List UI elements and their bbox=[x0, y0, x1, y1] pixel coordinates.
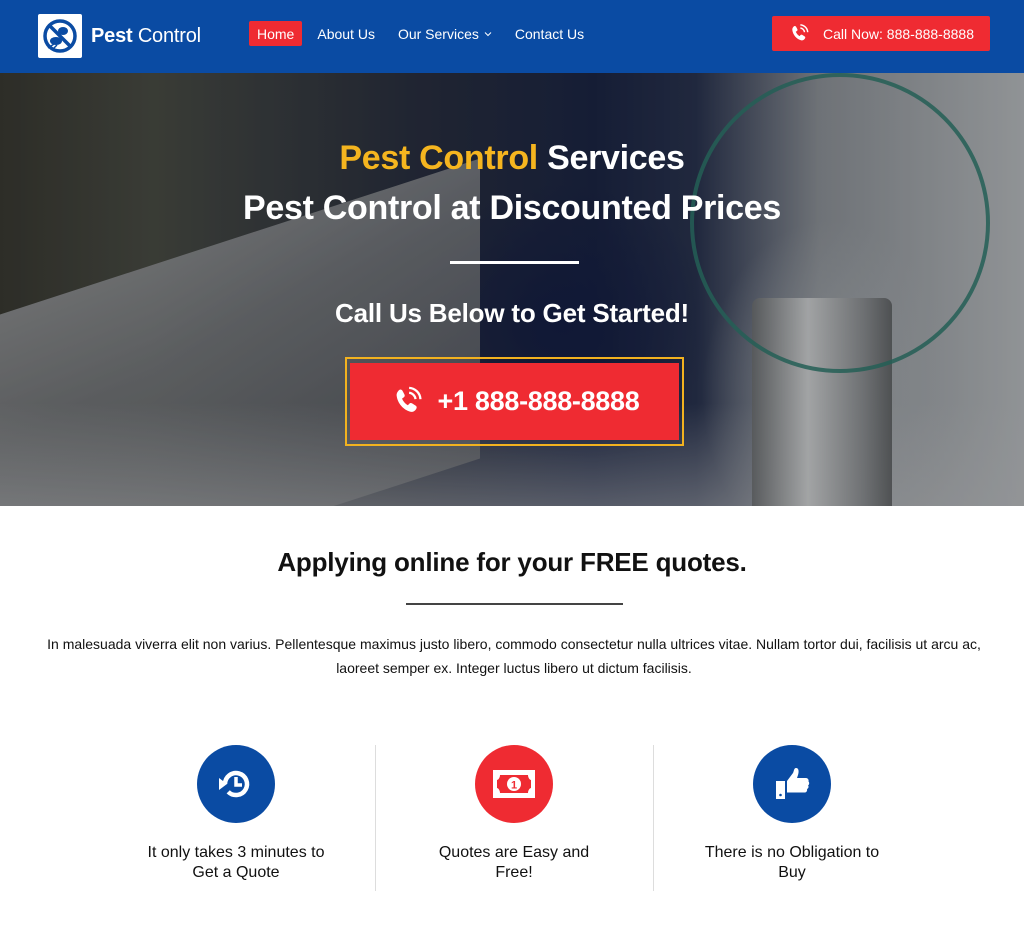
intro-paragraph: In malesuada viverra elit non varius. Pe… bbox=[47, 636, 981, 676]
nav-home[interactable]: Home bbox=[249, 21, 303, 46]
site-header: Pest Control Home About Us Our Services … bbox=[0, 0, 1024, 73]
feature-easy-free: 1 Quotes are Easy and Free! bbox=[379, 745, 649, 883]
intro-divider bbox=[406, 603, 623, 605]
hero-subheadline-bold: Pest Control bbox=[242, 189, 442, 227]
hero-headline-highlight: Pest Control bbox=[339, 139, 538, 177]
call-now-label: Call Now: 888-888-8888 bbox=[823, 25, 974, 42]
hero-section: Pest Control Services Pest Control at Di… bbox=[0, 73, 1024, 506]
hero-divider bbox=[450, 261, 579, 264]
feature-label: Quotes are Easy and Free! bbox=[438, 844, 590, 881]
feature-quick-quote: It only takes 3 minutes to Get a Quote bbox=[101, 745, 371, 883]
chevron-down-icon bbox=[484, 31, 492, 36]
main-nav: Home About Us Our Services Contact Us bbox=[249, 21, 599, 46]
phone-ringing-icon bbox=[396, 386, 422, 412]
logo-text: Pest Control bbox=[91, 25, 201, 48]
hero-subheadline-rest: at Discounted Prices bbox=[441, 189, 782, 227]
feature-divider bbox=[653, 745, 654, 891]
intro-title-regular: Applying online for your bbox=[277, 547, 581, 577]
hero-call-prompt-rest: to Get Started! bbox=[504, 298, 689, 328]
history-clock-icon bbox=[197, 745, 275, 823]
nav-about-us-label: About Us bbox=[317, 25, 375, 42]
logo[interactable]: Pest Control bbox=[38, 14, 201, 58]
feature-divider bbox=[375, 745, 376, 891]
nav-about-us[interactable]: About Us bbox=[309, 21, 383, 46]
nav-contact-us[interactable]: Contact Us bbox=[507, 21, 592, 46]
nav-our-services[interactable]: Our Services bbox=[390, 21, 500, 46]
intro-title: Applying online for your FREE quotes. bbox=[0, 547, 1024, 578]
feature-no-obligation: There is no Obligation to Buy bbox=[657, 745, 927, 883]
hero-phone-button[interactable]: +1 888-888-8888 bbox=[350, 363, 679, 440]
hero-headline: Pest Control Services bbox=[0, 139, 1024, 178]
no-pest-icon bbox=[38, 14, 82, 58]
feature-label: It only takes 3 minutes to Get a Quote bbox=[147, 844, 325, 881]
hero-call-prompt: Call Us Below to Get Started! bbox=[0, 298, 1024, 329]
feature-label: There is no Obligation to Buy bbox=[704, 844, 880, 881]
money-bill-icon: 1 bbox=[475, 745, 553, 823]
phone-ringing-icon bbox=[792, 23, 809, 40]
logo-text-regular: Control bbox=[137, 24, 201, 47]
call-now-button[interactable]: Call Now: 888-888-8888 bbox=[772, 16, 990, 51]
hero-call-prompt-bold: Call Us Below bbox=[335, 298, 505, 328]
intro-title-bold: FREE quotes. bbox=[580, 547, 747, 577]
nav-our-services-label: Our Services bbox=[397, 25, 479, 42]
logo-text-bold: Pest bbox=[91, 24, 133, 47]
hero-headline-rest: Services bbox=[537, 139, 685, 177]
nav-home-label: Home bbox=[257, 25, 295, 42]
hero-subheadline: Pest Control at Discounted Prices bbox=[0, 189, 1024, 228]
svg-text:1: 1 bbox=[511, 780, 517, 792]
thumbs-up-icon bbox=[753, 745, 831, 823]
nav-contact-us-label: Contact Us bbox=[514, 25, 585, 42]
hero-phone-number: +1 888-888-8888 bbox=[437, 386, 640, 416]
